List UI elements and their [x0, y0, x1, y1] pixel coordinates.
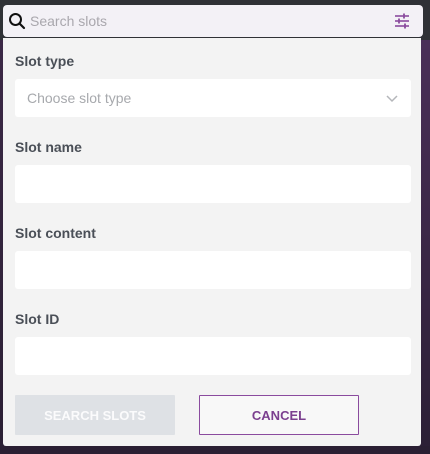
- sliders-icon[interactable]: [393, 12, 411, 30]
- slot-type-select[interactable]: Choose slot type: [15, 79, 411, 117]
- slot-id-field[interactable]: [15, 337, 411, 375]
- app-backdrop-bottom: [0, 446, 430, 454]
- slot-id-label: Slot ID: [15, 311, 60, 327]
- slot-name-field[interactable]: [15, 165, 411, 203]
- search-slots-button[interactable]: SEARCH SLOTS: [15, 395, 175, 435]
- search-input[interactable]: [26, 7, 393, 35]
- cancel-button[interactable]: CANCEL: [199, 395, 359, 435]
- slot-content-field[interactable]: [15, 251, 411, 289]
- search-bar: [3, 5, 423, 37]
- slot-content-label: Slot content: [15, 225, 96, 241]
- search-icon: [9, 13, 26, 30]
- slot-type-label: Slot type: [15, 53, 75, 69]
- app-backdrop-right: [420, 40, 430, 454]
- slot-name-label: Slot name: [15, 139, 82, 155]
- chevron-down-icon: [386, 95, 398, 103]
- search-filter-panel: Slot type Choose slot type Slot name Slo…: [3, 38, 421, 446]
- slot-type-placeholder: Choose slot type: [27, 90, 132, 106]
